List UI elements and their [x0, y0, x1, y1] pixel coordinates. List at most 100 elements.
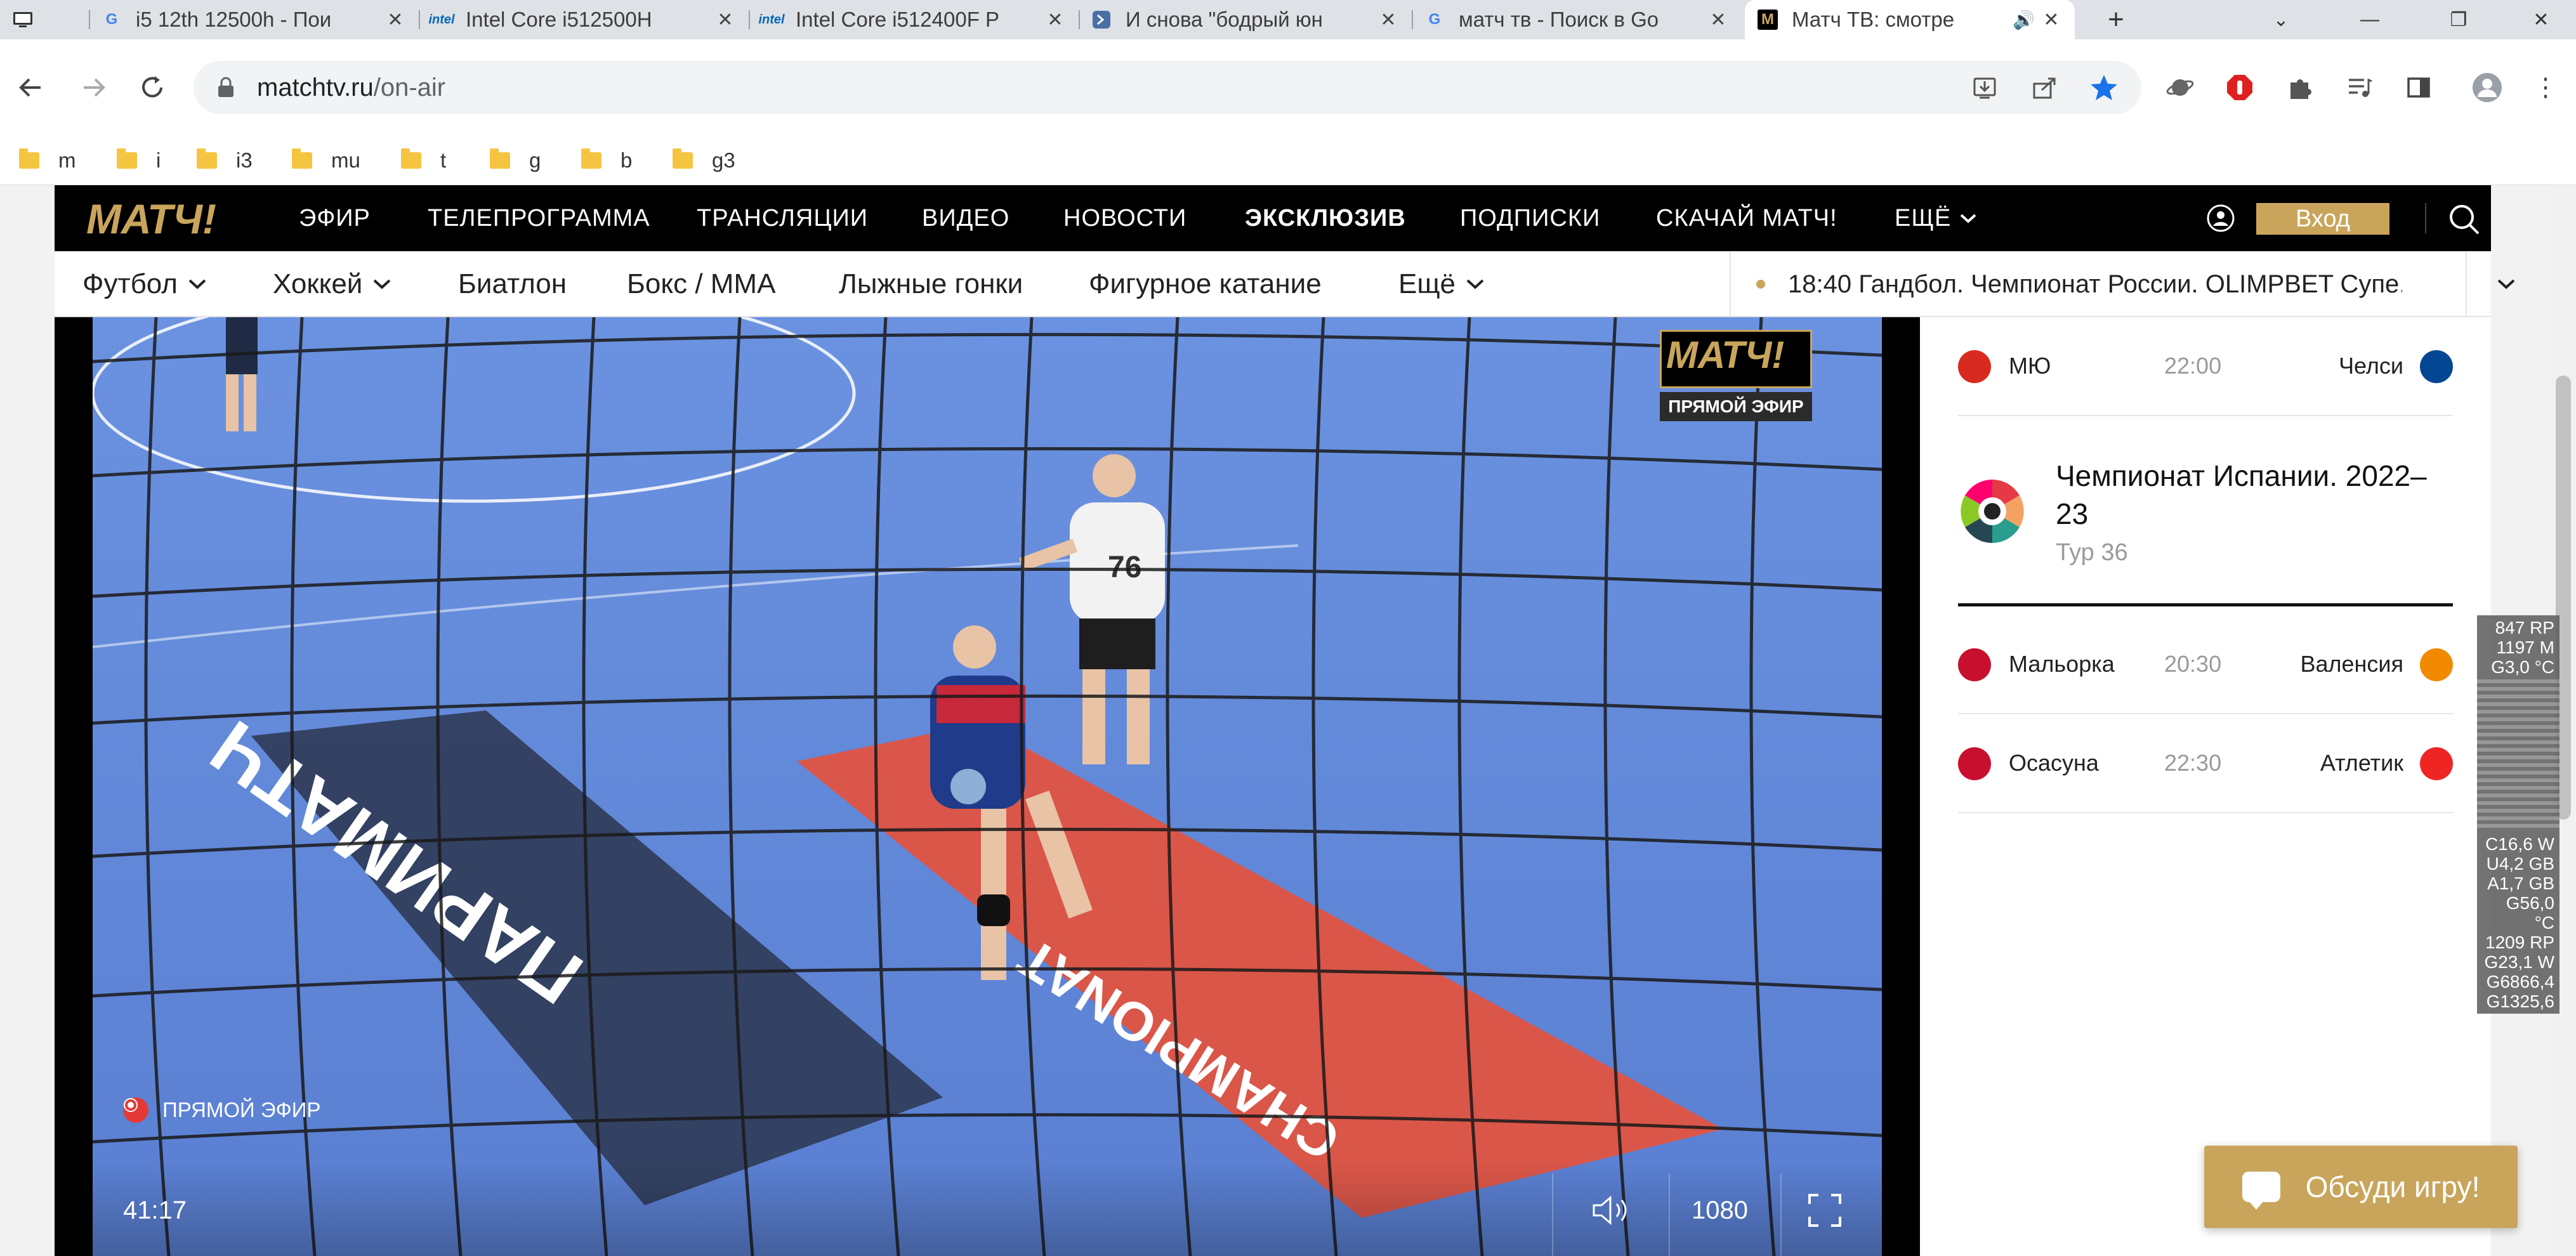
home-team: МЮ — [2009, 353, 2051, 379]
sport-biathlon[interactable]: Биатлон — [458, 251, 567, 317]
nav-broadcasts[interactable]: ТРАНСЛЯЦИИ — [697, 185, 868, 251]
sport-hockey[interactable]: Хоккей — [273, 251, 393, 317]
address-bar[interactable]: matchtv.ru/on-air — [194, 61, 2141, 114]
bookmark-folder-i3[interactable]: i3 — [197, 143, 253, 178]
hwmon-value: 1209 RP — [2485, 932, 2554, 952]
side-panel-icon[interactable] — [2400, 69, 2438, 107]
nav-more[interactable]: ЕЩЁ — [1895, 185, 1978, 251]
intel-icon: intel — [758, 12, 785, 27]
media-control-icon[interactable] — [2340, 69, 2378, 107]
close-icon[interactable]: ✕ — [384, 9, 406, 31]
browser-menu-icon[interactable]: ⋮ — [2527, 69, 2565, 107]
hardware-monitor-overlay: 847 RP 1197 M G3,0 °C C16,6 W U4,2 GB A1… — [2477, 615, 2560, 1014]
tab-2[interactable]: intel Intel Core i512500H ✕ — [419, 0, 749, 39]
chevron-down-icon — [374, 279, 391, 289]
nav-news[interactable]: НОВОСТИ — [1063, 185, 1186, 251]
close-window-button[interactable]: ✕ — [2513, 0, 2570, 39]
hwmon-value: 1197 M — [2496, 638, 2554, 657]
live-label: ПРЯМОЙ ЭФИР — [162, 1098, 321, 1122]
tab-4[interactable]: И снова "бодрый юн ✕ — [1079, 0, 1412, 39]
video-player[interactable]: ПАРИМАТЧ CHAMPIONAT 76 МАТЧ! ПРЯМОЙ ЭФИР… — [55, 317, 1920, 1256]
discuss-game-button[interactable]: Обсуди игру! — [2204, 1146, 2518, 1228]
google-icon: G — [105, 11, 118, 28]
close-icon[interactable]: ✕ — [1707, 9, 1729, 31]
sport-cross-country[interactable]: Лыжные гонки — [839, 251, 1023, 317]
close-icon[interactable]: ✕ — [1377, 9, 1399, 31]
bookmark-folder-t[interactable]: t — [401, 143, 446, 178]
bookmark-folder-g[interactable]: g — [490, 143, 541, 178]
forward-button[interactable] — [75, 69, 113, 107]
bookmark-folder-b[interactable]: b — [581, 143, 632, 178]
volume-icon[interactable] — [1590, 1191, 1634, 1229]
nav-tv-program[interactable]: ТЕЛЕПРОГРАММА — [428, 185, 650, 251]
tab-title: Матч ТВ: смотре — [1792, 8, 1955, 31]
profile-avatar-icon[interactable] — [2468, 69, 2506, 107]
nav-exclusive[interactable]: ЭКСКЛЮЗИВ — [1245, 185, 1406, 251]
search-icon[interactable] — [2447, 202, 2481, 239]
video-frame[interactable]: ПАРИМАТЧ CHAMPIONAT 76 МАТЧ! ПРЯМОЙ ЭФИР… — [93, 317, 1882, 1256]
bookmark-folder-mu[interactable]: mu — [292, 143, 360, 178]
ticker-expand-button[interactable] — [2466, 251, 2546, 317]
quality-selector[interactable]: 1080 — [1692, 1196, 1748, 1225]
matchtv-logo[interactable]: МАТЧ! — [82, 194, 241, 242]
player-controls: 41:17 1080 — [93, 1161, 1882, 1256]
bookmark-label: i — [156, 148, 161, 172]
controls-divider — [1669, 1174, 1670, 1256]
sport-more[interactable]: Ещё — [1398, 251, 1486, 317]
fullscreen-icon[interactable] — [1806, 1191, 1844, 1229]
extensions-puzzle-icon[interactable] — [2280, 69, 2318, 107]
user-icon[interactable] — [2205, 203, 2236, 237]
back-arrow-icon — [19, 78, 41, 97]
forward-arrow-icon — [84, 78, 105, 97]
nav-download-app[interactable]: СКАЧАЙ МАТЧ! — [1656, 185, 1837, 251]
folder-icon — [197, 148, 217, 169]
folder-icon — [292, 148, 312, 169]
sport-menu: Футбол Хоккей Биатлон Бокс / ММА Лыжные … — [55, 251, 2515, 317]
league-title: Чемпионат Испании. 2022–23 — [2056, 459, 2427, 530]
restore-button[interactable]: ❐ — [2430, 0, 2487, 39]
sport-football[interactable]: Футбол — [82, 251, 208, 317]
install-app-icon[interactable] — [1966, 69, 2004, 107]
tab-3[interactable]: intel Intel Core i512400F P ✕ — [749, 0, 1079, 39]
lock-icon — [218, 77, 233, 97]
league-header[interactable]: Чемпионат Испании. 2022–23 Тур 36 — [1958, 444, 2453, 606]
nav-video[interactable]: ВИДЕО — [922, 185, 1009, 251]
reload-button[interactable] — [133, 69, 171, 107]
tab-5[interactable]: G матч тв - Поиск в Go ✕ — [1412, 0, 1742, 39]
nav-efir[interactable]: ЭФИР — [299, 185, 371, 251]
match-row[interactable]: Мальорка 20:30 Валенсия — [1958, 615, 2453, 714]
sport-boxing-mma[interactable]: Бокс / ММА — [627, 251, 775, 317]
extension-planet-icon[interactable] — [2161, 69, 2199, 107]
tab-active-matchtv[interactable]: M Матч ТВ: смотре 🔊 ✕ — [1745, 0, 2075, 39]
sport-figure-skating[interactable]: Фигурное катание — [1089, 251, 1322, 317]
channel-watermark: МАТЧ! ПРЯМОЙ ЭФИР — [1660, 330, 1812, 431]
live-ticker[interactable]: 18:40 Гандбол. Чемпионат России. OLIMPBE… — [1730, 251, 2402, 317]
match-time: 20:30 — [2164, 651, 2222, 677]
bookmark-folder-i[interactable]: i — [117, 143, 161, 178]
hwmon-value: G6866,4 — [2486, 972, 2554, 991]
login-button[interactable]: Вход — [2256, 203, 2389, 235]
bookmark-star-icon[interactable] — [2085, 69, 2123, 107]
new-tab-button[interactable]: + — [2087, 0, 2145, 39]
close-icon[interactable]: ✕ — [1044, 9, 1066, 31]
ticker-text: 18:40 Гандбол. Чемпионат России. OLIMPBE… — [1788, 270, 2402, 298]
match-row[interactable]: МЮ 22:00 Челси — [1958, 317, 2453, 416]
svg-text:МАТЧ!: МАТЧ! — [86, 195, 216, 242]
speaker-icon[interactable]: 🔊 — [2013, 10, 2035, 30]
tab-search-chevron-icon[interactable]: ⌄ — [2252, 0, 2310, 39]
tab-search-menu[interactable] — [0, 0, 89, 39]
bookmark-label: m — [58, 148, 76, 172]
nav-subscriptions[interactable]: ПОДПИСКИ — [1460, 185, 1600, 251]
bookmark-folder-m[interactable]: m — [19, 143, 76, 178]
bookmark-folder-g3[interactable]: g3 — [673, 143, 735, 178]
match-row[interactable]: Осасуна 22:30 Атлетик — [1958, 714, 2453, 813]
minimize-button[interactable]: — — [2341, 0, 2398, 39]
home-team: Осасуна — [2009, 750, 2099, 776]
back-button[interactable] — [11, 69, 49, 107]
chevron-down-icon — [2497, 279, 2515, 289]
share-icon[interactable] — [2025, 69, 2063, 107]
extension-adblock-icon[interactable] — [2221, 69, 2259, 107]
close-icon[interactable]: ✕ — [714, 9, 736, 31]
tab-1[interactable]: G i5 12th 12500h - Пои ✕ — [89, 0, 419, 39]
close-icon[interactable]: ✕ — [2040, 9, 2062, 31]
